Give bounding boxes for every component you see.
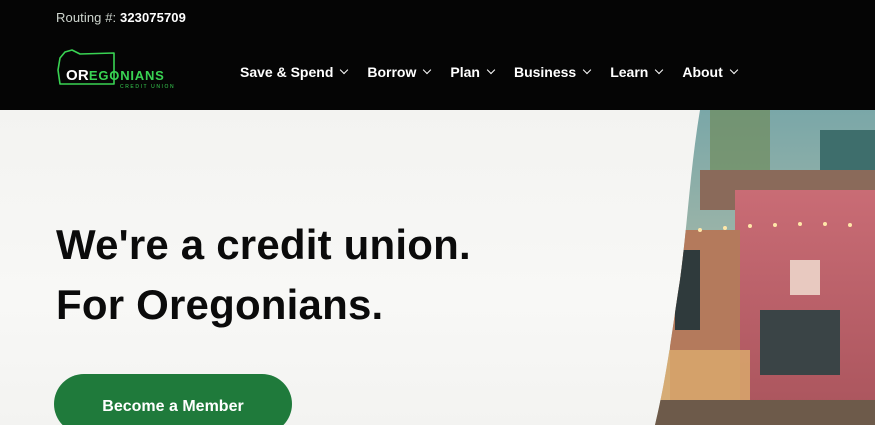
hero-heading: We're a credit union. For Oregonians. (56, 215, 471, 335)
routing-label: Routing #: (56, 10, 117, 25)
nav-label: Learn (610, 64, 649, 80)
nav-label: Borrow (367, 64, 417, 80)
chevron-down-icon (486, 65, 496, 75)
main-nav: Save & Spend Borrow Plan Business Learn … (240, 64, 739, 80)
site-header: Routing #: 323075709 OREGONIANS CREDIT U… (0, 0, 875, 110)
hero-heading-line1: We're a credit union. (56, 221, 471, 268)
logo-wordmark: OREGONIANS (66, 67, 165, 84)
routing-number: Routing #: 323075709 (56, 10, 186, 25)
hero-heading-line2: For Oregonians. (56, 281, 384, 328)
nav-borrow[interactable]: Borrow (367, 64, 432, 80)
logo-rest: EGONIANS (88, 68, 165, 83)
hero-photo (655, 110, 875, 425)
routing-value: 323075709 (119, 10, 186, 25)
become-member-button[interactable]: Become a Member (54, 374, 292, 425)
nav-label: Save & Spend (240, 64, 334, 80)
logo-prefix: OR (66, 67, 89, 84)
chevron-down-icon (582, 65, 592, 75)
nav-about[interactable]: About (682, 64, 739, 80)
hero-section: We're a credit union. For Oregonians. Be… (0, 110, 875, 425)
nav-business[interactable]: Business (513, 64, 592, 80)
nav-label: Plan (450, 64, 480, 80)
nav-plan[interactable]: Plan (450, 64, 496, 80)
chevron-down-icon (340, 65, 349, 75)
nav-save-spend[interactable]: Save & Spend (240, 64, 349, 80)
logo-subtitle: CREDIT UNION (120, 84, 176, 90)
chevron-down-icon (423, 65, 432, 75)
chevron-down-icon (655, 65, 664, 75)
nav-label: Business (513, 64, 577, 80)
nav-label: About (682, 64, 723, 80)
site-logo[interactable]: OREGONIANS CREDIT UNION (56, 48, 206, 92)
chevron-down-icon (729, 65, 739, 75)
nav-learn[interactable]: Learn (610, 64, 664, 80)
